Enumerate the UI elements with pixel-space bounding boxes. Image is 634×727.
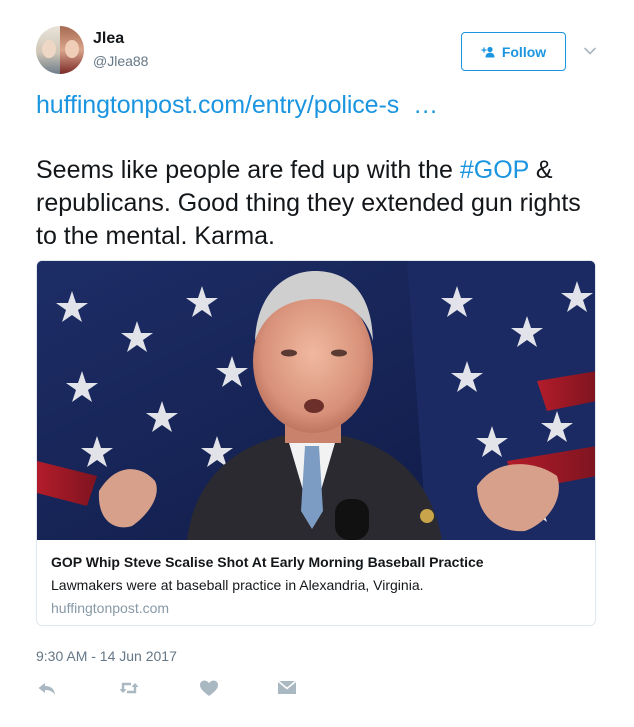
follow-button[interactable]: Follow bbox=[461, 32, 566, 71]
link-preview-card[interactable]: GOP Whip Steve Scalise Shot At Early Mor… bbox=[36, 260, 596, 626]
retweet-icon[interactable] bbox=[118, 678, 140, 698]
user-avatar[interactable] bbox=[36, 26, 84, 74]
card-image bbox=[37, 261, 595, 540]
tweet-url-link[interactable]: huffingtonpost.com/entry/police-s … bbox=[36, 91, 438, 120]
like-icon[interactable] bbox=[198, 678, 220, 698]
follow-button-label: Follow bbox=[501, 43, 547, 60]
tweet-text: Seems like people are fed up with the #G… bbox=[36, 154, 606, 253]
tweet-timestamp[interactable]: 9:30 AM - 14 Jun 2017 bbox=[36, 648, 177, 664]
user-name[interactable]: Jlea bbox=[93, 30, 124, 48]
direct-message-icon[interactable] bbox=[276, 678, 298, 698]
user-handle[interactable]: @Jlea88 bbox=[93, 53, 148, 69]
tweet-url-ellipsis: … bbox=[413, 91, 439, 119]
card-domain: huffingtonpost.com bbox=[51, 600, 170, 616]
avatar-face-right bbox=[65, 40, 79, 58]
tweet-text-before: Seems like people are fed up with the bbox=[36, 156, 460, 184]
reply-icon[interactable] bbox=[36, 678, 58, 698]
card-description: Lawmakers were at baseball practice in A… bbox=[51, 577, 424, 593]
add-user-icon bbox=[481, 46, 495, 57]
avatar-face-left bbox=[42, 40, 56, 58]
hashtag-link[interactable]: #GOP bbox=[460, 156, 529, 184]
tweet-url-text: huffingtonpost.com/entry/police-s bbox=[36, 91, 400, 119]
card-title: GOP Whip Steve Scalise Shot At Early Mor… bbox=[51, 554, 484, 570]
chevron-down-icon[interactable] bbox=[583, 46, 597, 56]
